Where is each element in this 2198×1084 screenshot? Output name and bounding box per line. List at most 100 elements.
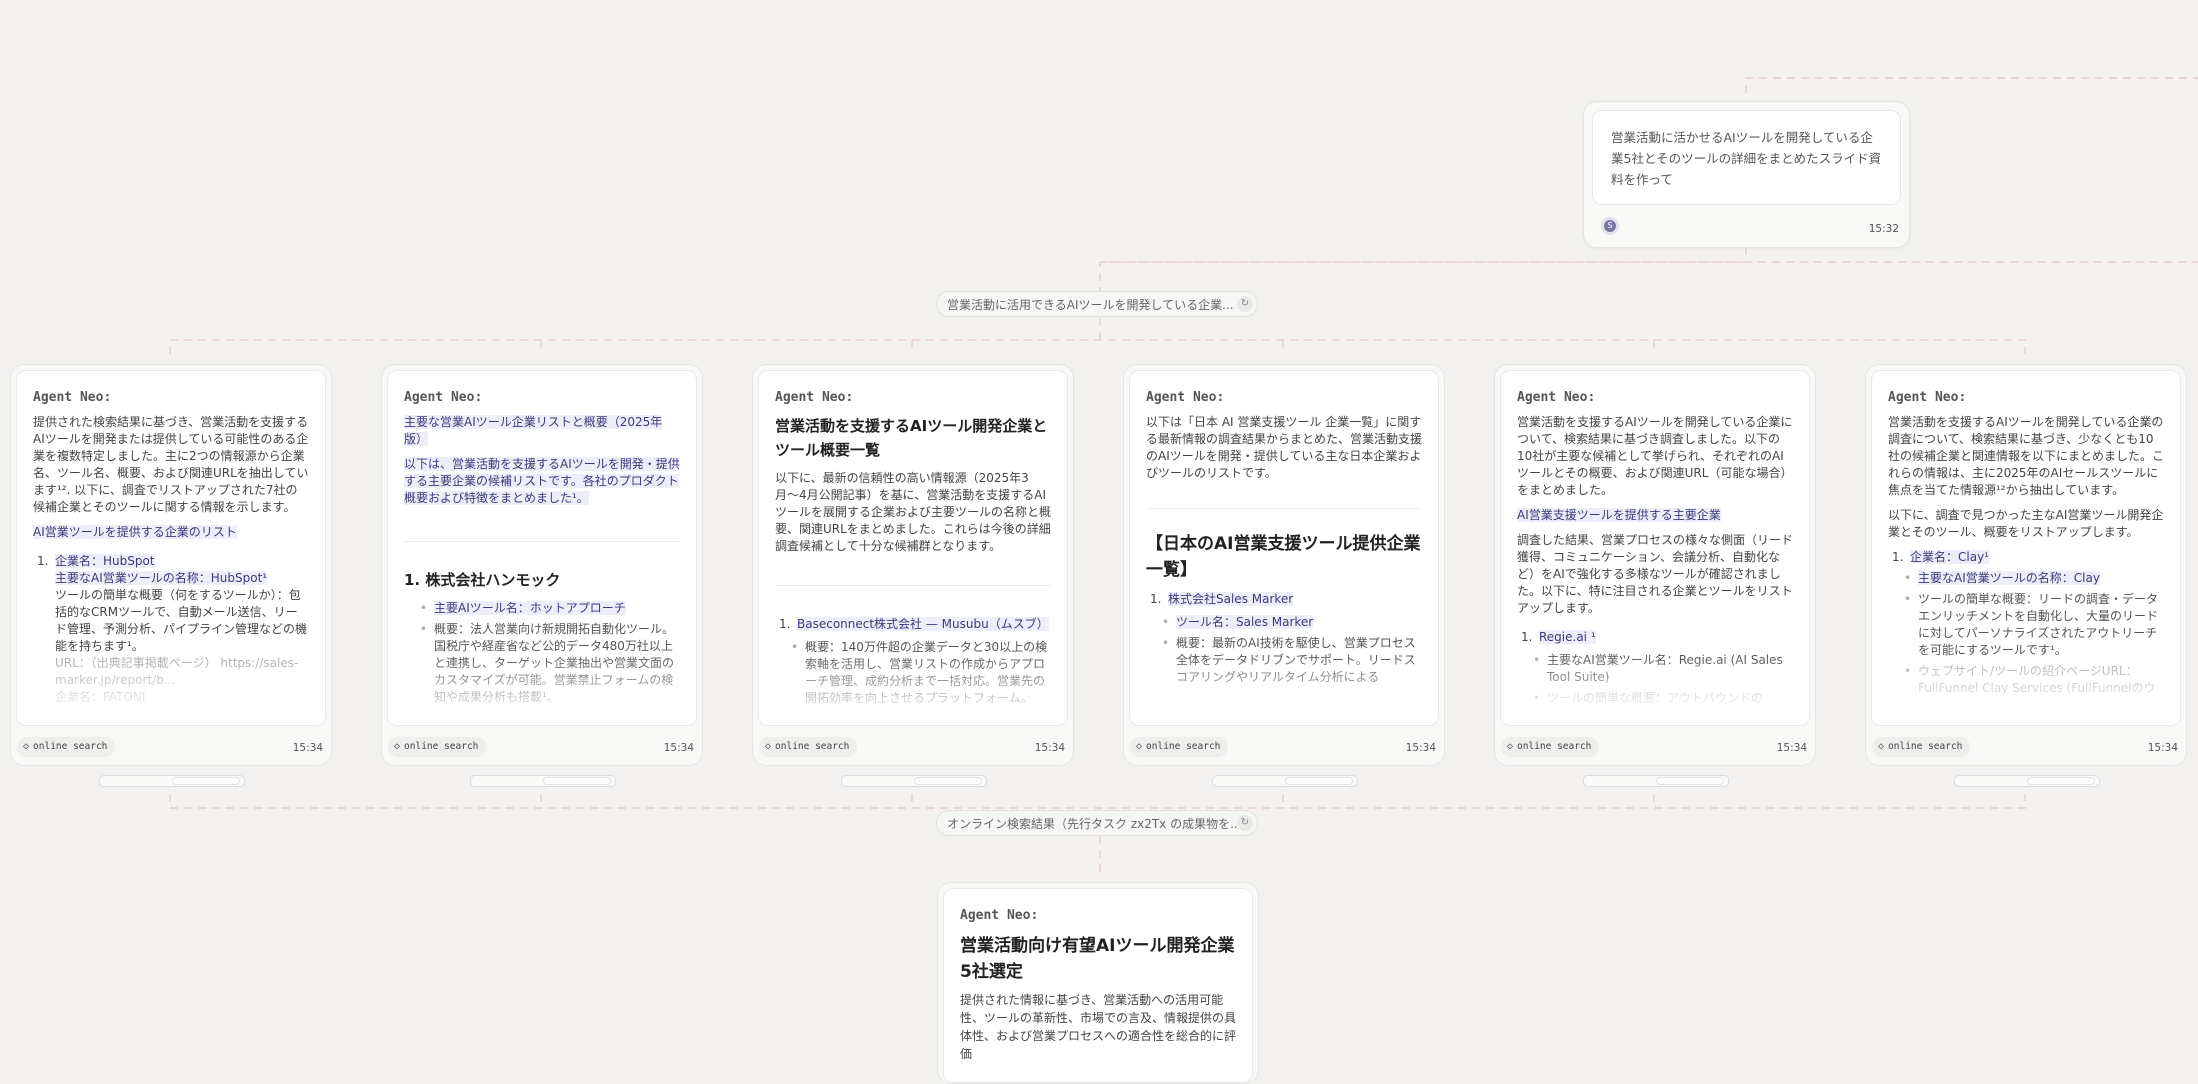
agent-card-final[interactable]: Agent Neo: 営業活動向け有望AIツール開発企業 5社選定 提供された情… (937, 882, 1259, 1084)
diamond-icon: ◇ (765, 741, 772, 752)
refresh-icon[interactable]: ↻ (1237, 815, 1253, 831)
card-scrollbar[interactable] (1583, 775, 1729, 787)
section-heading: 1. 株式会社ハンモック (404, 571, 561, 589)
chip-label: online search (1517, 741, 1592, 752)
company-name: Baseconnect株式会社 — Musubu（ムスブ） (797, 617, 1049, 631)
card-content[interactable]: Agent Neo: 提供された検索結果に基づき、営業活動を支援するAIツールを… (16, 370, 326, 726)
online-search-chip[interactable]: ◇ online search (1501, 737, 1600, 757)
list-item: 1. 株式会社Sales Marker (1150, 592, 1294, 606)
card-content[interactable]: Agent Neo: 営業活動を支援するAIツール開発企業とツール概要一覧 以下… (758, 370, 1068, 726)
card-content[interactable]: Agent Neo: 営業活動を支援するAIツールを開発している企業の調査につい… (1871, 370, 2181, 726)
scroll-thumb[interactable] (172, 777, 240, 785)
chip-label: online search (404, 741, 479, 752)
next-company: 企業名：FATONI (55, 690, 146, 704)
agent-title: Agent Neo: (960, 908, 1039, 923)
card-scrollbar[interactable] (1954, 775, 2100, 787)
tool-overview: 概要：法人営業向け新規開拓自動化ツール。国税庁や経産省など公的データ480万社以… (404, 621, 680, 706)
section-heading: 営業活動向け有望AIツール開発企業 5社選定 (960, 936, 1235, 982)
agent-card-5[interactable]: Agent Neo: 営業活動を支援するAIツールを開発している企業について、検… (1494, 364, 1816, 787)
chip-label: online search (33, 741, 108, 752)
scroll-thumb[interactable] (1656, 777, 1724, 785)
card-heading: 主要な営業AIツール企業リストと概要（2025年版） (404, 415, 663, 446)
diamond-icon: ◇ (394, 741, 401, 752)
online-search-chip[interactable]: ◇ online search (1130, 737, 1229, 757)
agent-title: Agent Neo: (1517, 390, 1596, 405)
card-content[interactable]: Agent Neo: 以下は「日本 AI 営業支援ツール 企業一覧」に関する最新… (1129, 370, 1439, 726)
card-scrollbar[interactable] (470, 775, 616, 787)
online-search-chip[interactable]: ◇ online search (388, 737, 487, 757)
tool-name: 主要なAI営業ツール名：Regie.ai (AI Sales Tool Suit… (1517, 652, 1793, 686)
agent-card-6[interactable]: Agent Neo: 営業活動を支援するAIツールを開発している企業の調査につい… (1865, 364, 2187, 787)
card-paragraph-2: 以下に、調査で見つかった主なAI営業ツール開発企業とそのツール、概要をリストアッ… (1888, 508, 2164, 539)
card-paragraph: 提供された情報に基づき、営業活動への活用可能性、ツールの革新性、市場での言及、情… (960, 993, 1237, 1061)
card-paragraph: 以下は「日本 AI 営業支援ツール 企業一覧」に関する最新情報の調査結果からまと… (1146, 415, 1423, 480)
card-scrollbar[interactable] (1212, 775, 1358, 787)
card-content[interactable]: Agent Neo: 営業活動を支援するAIツールを開発している企業について、検… (1500, 370, 1810, 726)
user-avatar: S (1601, 217, 1619, 235)
message-time: 15:32 (1868, 223, 1899, 235)
tool-overview: 概要：140万件超の企業データと30以上の検索軸を活用し、営業リストの作成からア… (775, 639, 1051, 707)
card-content[interactable]: Agent Neo: 営業活動向け有望AIツール開発企業 5社選定 提供された情… (943, 888, 1253, 1083)
tool-name: 主要AIツール名：ホットアプローチ (434, 601, 626, 615)
divider (1146, 508, 1422, 509)
card-content[interactable]: Agent Neo: 主要な営業AIツール企業リストと概要（2025年版） 以下… (387, 370, 697, 726)
tool-url[interactable]: URL：（出典記事掲載ページ） https://sales-marker.jp/… (55, 655, 309, 689)
scroll-thumb[interactable] (1285, 777, 1353, 785)
company-name: 株式会社Sales Marker (1168, 592, 1294, 606)
task-pill-1[interactable]: 営業活動に活用できるAIツールを開発している企業... ↻ (936, 291, 1258, 317)
tool-name: ツール名：Sales Marker (1176, 615, 1314, 629)
agent-title: Agent Neo: (33, 390, 112, 405)
section-heading: 営業活動を支援するAIツール開発企業とツール概要一覧 (775, 417, 1048, 459)
tool-overview: ツールの簡単な概要（何をするツールか）：包括的なCRMツールで、自動メール送信、… (55, 588, 308, 653)
agent-card-1[interactable]: Agent Neo: 提供された検索結果に基づき、営業活動を支援するAIツールを… (10, 364, 332, 787)
user-message-text: 営業活動に活かせるAIツールを開発している企業5社とそのツールの詳細をまとめたス… (1592, 110, 1901, 205)
tool-overview: 概要：最新のAI技術を駆使し、営業プロセス全体をデータドリブンでサポート。リード… (1146, 635, 1422, 686)
tool-name: 主要なAI営業ツールの名称：Clay (1918, 571, 2100, 585)
card-paragraph: 以下は、営業活動を支援するAIツールを開発・提供する主要企業の候補リストです。各… (404, 457, 680, 505)
user-message-card[interactable]: 営業活動に活かせるAIツールを開発している企業5社とそのツールの詳細をまとめたス… (1583, 101, 1910, 248)
online-search-chip[interactable]: ◇ online search (17, 737, 116, 757)
agent-title: Agent Neo: (775, 390, 854, 405)
card-time: 15:34 (1405, 742, 1436, 754)
chip-label: online search (1146, 741, 1221, 752)
card-time: 15:34 (1034, 742, 1065, 754)
diamond-icon: ◇ (1878, 741, 1885, 752)
chip-label: online search (1888, 741, 1963, 752)
list-item: 1. Regie.ai ¹ (1521, 630, 1596, 644)
tool-url[interactable]: ウェブサイト/ツールの紹介ページURL：FullFunnel Clay Serv… (1888, 663, 2164, 697)
scroll-thumb[interactable] (914, 777, 982, 785)
scroll-thumb[interactable] (2027, 777, 2095, 785)
card-paragraph: 営業活動を支援するAIツールを開発している企業について、検索結果に基づき調査しま… (1517, 415, 1793, 497)
card-time: 15:34 (1776, 742, 1807, 754)
diamond-icon: ◇ (23, 741, 30, 752)
diamond-icon: ◇ (1507, 741, 1514, 752)
card-paragraph-2: 調査した結果、営業プロセスの様々な側面（リード獲得、コミュニケーション、会議分析… (1517, 533, 1794, 615)
refresh-icon[interactable]: ↻ (1237, 296, 1253, 312)
card-scrollbar[interactable] (99, 775, 245, 787)
card-paragraph: 以下に、最新の信頼性の高い情報源（2025年3月〜4月公開記事）を基に、営業活動… (775, 471, 1052, 553)
divider (775, 585, 1051, 586)
agent-title: Agent Neo: (404, 390, 483, 405)
company-name: 企業名：Clay¹ (1910, 550, 1989, 564)
card-scrollbar[interactable] (841, 775, 987, 787)
company-name: 企業名：HubSpot (55, 554, 155, 568)
tool-overview: ツールの簡単な概要：リードの調査・データエンリッチメントを自動化し、大量のリード… (1888, 591, 2164, 659)
agent-card-2[interactable]: Agent Neo: 主要な営業AIツール企業リストと概要（2025年版） 以下… (381, 364, 703, 787)
agent-card-3[interactable]: Agent Neo: 営業活動を支援するAIツール開発企業とツール概要一覧 以下… (752, 364, 1074, 787)
scroll-thumb[interactable] (543, 777, 611, 785)
section-heading: 【日本のAI営業支援ツール提供企業一覧】 (1146, 534, 1421, 580)
list-item: 1. 企業名：HubSpot 主要なAI営業ツールの名称：HubSpot¹ ツー… (37, 554, 309, 704)
agent-card-4[interactable]: Agent Neo: 以下は「日本 AI 営業支援ツール 企業一覧」に関する最新… (1123, 364, 1445, 787)
agent-title: Agent Neo: (1146, 390, 1225, 405)
tool-overview: ツールの簡単な概要：アウトバウンドの (1517, 690, 1793, 707)
card-heading: AI営業支援ツールを提供する主要企業 (1517, 508, 1721, 522)
online-search-chip[interactable]: ◇ online search (759, 737, 858, 757)
diamond-icon: ◇ (1136, 741, 1143, 752)
task-pill-2[interactable]: オンライン検索結果（先行タスク zx2Tx の成果物を... ↻ (936, 810, 1258, 836)
online-search-chip[interactable]: ◇ online search (1872, 737, 1971, 757)
tool-name: 主要なAI営業ツールの名称：HubSpot¹ (55, 571, 268, 585)
divider (404, 541, 680, 542)
card-heading: AI営業ツールを提供する企業のリスト (33, 525, 237, 539)
card-paragraph: 営業活動を支援するAIツールを開発している企業の調査について、検索結果に基づき、… (1888, 415, 2165, 497)
task-pill-1-label: 営業活動に活用できるAIツールを開発している企業... (947, 298, 1234, 312)
